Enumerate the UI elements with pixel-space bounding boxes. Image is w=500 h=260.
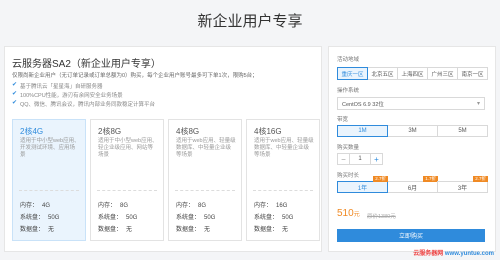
card-name: 4核16G (254, 127, 282, 136)
discount-badge: 2.7折 (473, 176, 488, 182)
card-name: 2核4G (20, 127, 44, 136)
region-option[interactable]: 上海四区 (397, 67, 428, 80)
region-selector: 重庆一区 北京五区 上海四区 广州三区 南京一区 (337, 67, 488, 80)
page-title: 新企业用户专享 (197, 13, 303, 30)
check-icon: ✔ (12, 82, 18, 88)
os-value: CentOS 6.9 32位 (342, 101, 384, 108)
check-icon: ✔ (12, 100, 18, 106)
card-data-disk: 数据盘：无 (20, 227, 55, 233)
card-data-disk: 数据盘：无 (254, 227, 289, 233)
card-name: 4核8G (176, 127, 200, 136)
bandwidth-label: 带宽 (337, 117, 349, 123)
price: 510元 (337, 208, 360, 219)
card-system-disk: 系统盘： 50G (98, 215, 138, 221)
divider (253, 190, 313, 191)
card-system-disk: 系统盘： 50G (254, 215, 294, 221)
card-system-disk: 系统盘： 50G (176, 215, 216, 221)
duration-option[interactable]: 3年 2.7折 (437, 176, 488, 193)
card-data-disk: 数据盘：无 (98, 227, 133, 233)
spec-card-2c8g[interactable]: 2核8G 适用于中小型web应用、轻企业级应用、网站等场景 内存： 8G 系统盘：… (90, 119, 164, 241)
quantity-stepper: − 1 + (337, 153, 383, 165)
original-price: 原价1380元 (367, 214, 396, 220)
card-data-disk: 数据盘：无 (176, 227, 211, 233)
feature-list: ✔ 基于腾讯云「星星海」自研服务器 ✔ 100%CPU性能，游刃有余网安全业务场景 … (12, 81, 155, 108)
feature-item: ✔ 基于腾讯云「星星海」自研服务器 (12, 82, 103, 90)
product-panel: 云服务器SA2（新企业用户专享） 仅限尚新企业用户（无订单记录或订单总额为0）购… (4, 46, 322, 252)
card-description: 适用于web应用、轻量级数据库、中轻量企业级等场景 (176, 138, 236, 158)
spec-card-4c8g[interactable]: 4核8G 适用于web应用、轻量级数据库、中轻量企业级等场景 内存： 8G 系统盘… (168, 119, 242, 241)
duration-option[interactable]: 1年 2.7折 (337, 176, 388, 193)
config-panel: 活动地域 重庆一区 北京五区 上海四区 广州三区 南京一区 操作系统 CentO… (328, 46, 496, 252)
region-option[interactable]: 广州三区 (427, 67, 458, 80)
card-memory: 内存： 16G (254, 203, 288, 209)
divider (19, 190, 79, 191)
region-option[interactable]: 重庆一区 (337, 67, 368, 80)
card-memory: 内存： 8G (176, 203, 207, 209)
product-title: 云服务器SA2（新企业用户专享） (12, 59, 161, 70)
card-description: 适用于中小型web应用、开发测试环境、应用场景 (20, 138, 80, 158)
region-label: 活动地域 (337, 57, 360, 63)
region-option[interactable]: 北京五区 (367, 67, 398, 80)
card-description: 适用于中小型web应用、轻企业级应用、网站等场景 (98, 138, 158, 158)
divider (175, 190, 235, 191)
card-system-disk: 系统盘： 50G (20, 215, 60, 221)
discount-badge: 1.7折 (423, 176, 438, 182)
check-icon: ✔ (12, 91, 18, 97)
bandwidth-selector: 1M 3M 5M (337, 125, 488, 137)
quantity-input[interactable]: 1 (350, 153, 370, 165)
buy-button[interactable]: 立即购买 (337, 229, 485, 242)
chevron-down-icon: ▾ (476, 101, 480, 107)
divider (97, 190, 157, 191)
card-description: 适用于web应用、轻量级数据库、中轻量企业级等场景 (254, 138, 314, 158)
discount-badge: 2.7折 (373, 176, 388, 182)
bandwidth-option[interactable]: 3M (387, 125, 438, 137)
spec-card-4c16g[interactable]: 4核16G 适用于web应用、轻量级数据库、中轻量企业级等场景 内存： 16G 系… (246, 119, 320, 241)
spec-card-list: 2核4G 适用于中小型web应用、开发测试环境、应用场景 内存： 4G 系统盘： 5… (12, 119, 320, 241)
bandwidth-option[interactable]: 5M (437, 125, 488, 137)
minus-button[interactable]: − (337, 153, 350, 165)
region-option[interactable]: 南京一区 (457, 67, 488, 80)
duration-label: 购买时长 (337, 173, 360, 179)
feature-item: ✔ QQ、微信、腾讯会议，腾讯内部业务同款稳定计算平台 (12, 100, 156, 108)
duration-option[interactable]: 6月 1.7折 (387, 176, 438, 193)
card-name: 2核8G (98, 127, 122, 136)
watermark: 云服务器网 www.yuntue.com (413, 251, 494, 257)
feature-item: ✔ 100%CPU性能，游刃有余网安全业务场景 (12, 91, 123, 99)
quantity-label: 购买数量 (337, 145, 360, 151)
duration-selector: 1年 2.7折 6月 1.7折 3年 2.7折 (337, 176, 488, 193)
os-select[interactable]: CentOS 6.9 32位 ▾ (337, 97, 485, 110)
plus-button[interactable]: + (370, 153, 383, 165)
product-description: 仅限尚新企业用户（无订单记录或订单总额为0）购买，每个企业用户账号最多可下单1次… (12, 73, 258, 79)
card-memory: 内存： 8G (98, 203, 129, 209)
os-label: 操作系统 (337, 88, 360, 94)
spec-card-2c4g[interactable]: 2核4G 适用于中小型web应用、开发测试环境、应用场景 内存： 4G 系统盘： 5… (12, 119, 86, 241)
bandwidth-option[interactable]: 1M (337, 125, 388, 137)
card-memory: 内存： 4G (20, 203, 51, 209)
